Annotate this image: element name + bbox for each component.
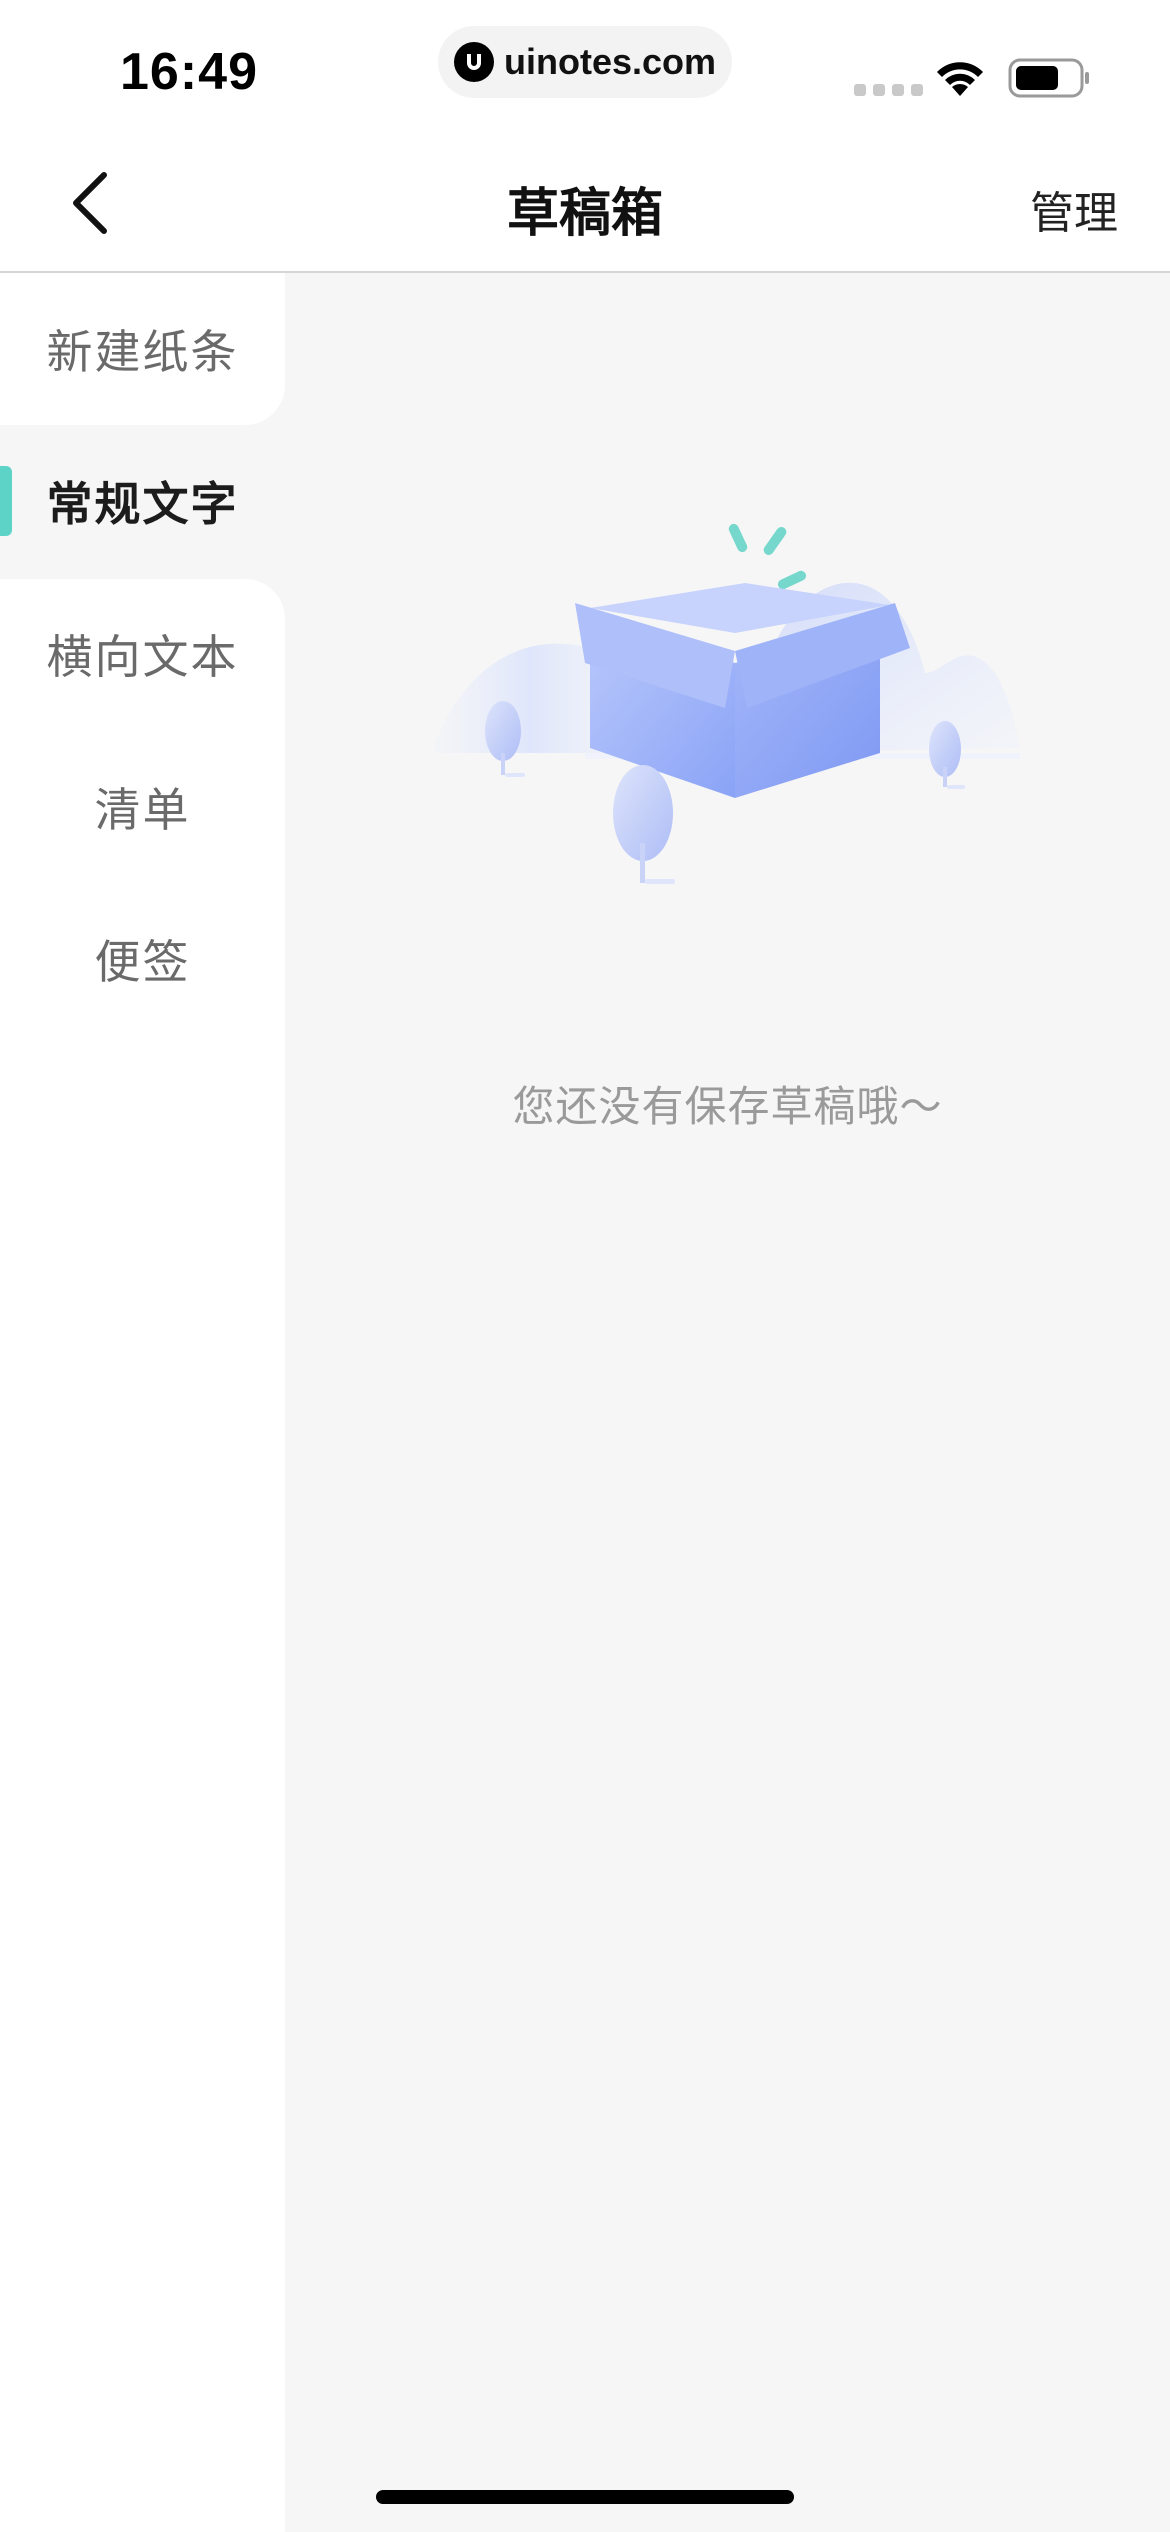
sidebar-item-new-note[interactable]: 新建纸条: [0, 273, 285, 425]
screen: 16:49 uinotes.com 草稿箱 管理 新建纸条 常规文字 横向文本 …: [0, 0, 1170, 2532]
url-text: uinotes.com: [504, 41, 717, 82]
empty-state-message: 您还没有保存草稿哦～: [512, 1082, 943, 1131]
status-time: 16:49: [120, 43, 258, 101]
sidebar-item-label: 新建纸条: [46, 325, 239, 379]
sidebar-item-label: 便签: [94, 935, 191, 989]
active-indicator: [0, 466, 12, 536]
wifi-icon: [937, 62, 983, 96]
sidebar-item-sticky-note[interactable]: 便签: [0, 883, 285, 1035]
url-pill[interactable]: uinotes.com: [438, 26, 732, 98]
home-indicator[interactable]: [376, 2490, 794, 2504]
nav-bar: 草稿箱 管理: [0, 135, 1170, 273]
site-logo-icon: [454, 42, 494, 82]
sidebar-item-label: 清单: [94, 783, 191, 837]
sidebar-item-label: 常规文字: [46, 477, 239, 531]
sidebar-item-label: 横向文本: [46, 630, 239, 684]
battery-icon: [1008, 58, 1089, 98]
sidebar-item-regular-text[interactable]: 常规文字: [0, 425, 285, 577]
category-sidebar: 新建纸条 常规文字 横向文本 清单 便签: [0, 273, 285, 2532]
status-bar: 16:49 uinotes.com: [0, 0, 1170, 135]
draft-list-area: 您还没有保存草稿哦～: [285, 273, 1170, 2532]
cellular-signal-icon: [854, 84, 923, 96]
manage-button[interactable]: 管理: [1030, 177, 1118, 241]
empty-box-illustration: [435, 523, 1020, 884]
page-title: 草稿箱: [506, 184, 663, 244]
sidebar-item-horizontal-text[interactable]: 横向文本: [0, 578, 285, 730]
sidebar-item-checklist[interactable]: 清单: [0, 731, 285, 883]
